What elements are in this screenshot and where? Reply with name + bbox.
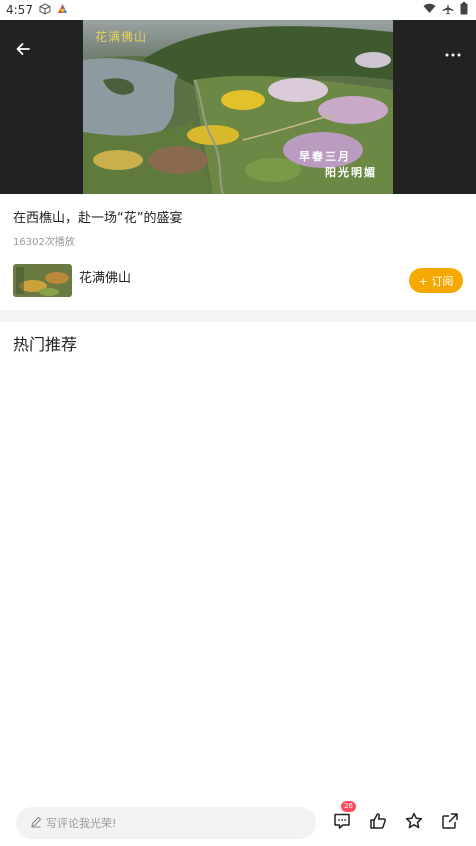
comment-button[interactable]: 26 (332, 801, 356, 834)
video-frame[interactable]: 花满佛山 早春三月 阳光明媚 (83, 20, 393, 194)
status-time: 4:57 (6, 3, 33, 17)
video-player[interactable]: 花满佛山 早春三月 阳光明媚 (0, 20, 476, 194)
favorite-button[interactable] (404, 812, 424, 834)
status-right (423, 2, 468, 18)
channel-avatar-image (13, 263, 72, 297)
channel-row[interactable]: 花满佛山 + 订阅 (0, 250, 476, 310)
cube-icon (39, 2, 51, 18)
pencil-icon (30, 816, 42, 831)
channel-name[interactable]: 花满佛山 (79, 267, 131, 286)
share-button[interactable] (440, 813, 460, 833)
share-icon (441, 812, 459, 834)
action-icons: 26 (332, 801, 460, 834)
star-icon (405, 812, 423, 834)
bottom-action-bar: 写评论我光荣! 26 (0, 800, 476, 846)
status-bar: 4:57 (0, 0, 476, 20)
channel-thumbnail[interactable] (13, 263, 72, 297)
battery-icon (460, 2, 468, 18)
wifi-icon (423, 3, 436, 17)
status-left: 4:57 (6, 2, 68, 18)
video-overlay-title: 花满佛山 (95, 30, 148, 44)
comment-count-badge: 26 (341, 801, 356, 812)
video-caption-line2: 阳光明媚 (325, 166, 377, 179)
back-button[interactable] (10, 38, 36, 64)
subscribe-button[interactable]: + 订阅 (409, 268, 463, 293)
section-divider (0, 310, 476, 322)
more-dots-icon (445, 42, 461, 61)
comment-input[interactable]: 写评论我光荣! (16, 807, 316, 839)
airplane-icon (442, 3, 454, 18)
thumbs-up-icon (369, 812, 387, 834)
more-options-button[interactable] (440, 38, 466, 64)
comment-icon (333, 812, 351, 834)
video-caption-line1: 早春三月 (299, 150, 351, 163)
comment-placeholder: 写评论我光荣! (46, 817, 117, 830)
color-triangle-icon (57, 3, 68, 17)
play-count: 16302次播放 (13, 237, 75, 248)
section-title: 热门推荐 (13, 335, 78, 354)
video-info: 在西樵山，赴一场“花”的盛宴 16302次播放 (0, 194, 476, 250)
like-button[interactable] (368, 813, 388, 833)
video-title: 在西樵山，赴一场“花”的盛宴 (13, 211, 183, 226)
back-arrow-icon (15, 41, 31, 61)
